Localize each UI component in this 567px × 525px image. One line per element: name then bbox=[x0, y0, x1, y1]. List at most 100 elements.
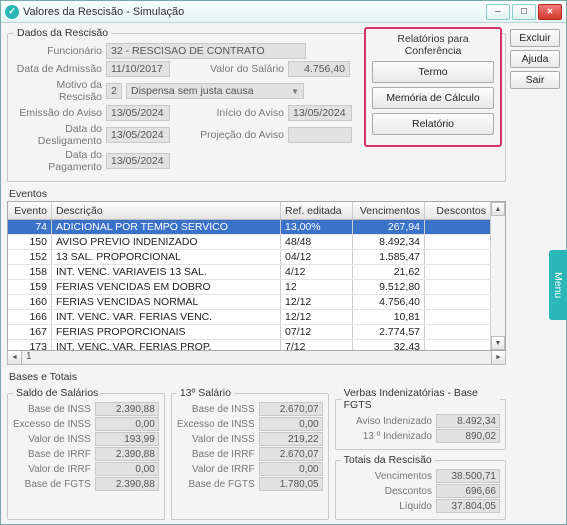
menu-tab[interactable]: Menu bbox=[549, 250, 567, 320]
value-label: Valor de IRRF bbox=[177, 464, 255, 475]
field-valor-salario[interactable]: 4.756,40 bbox=[288, 61, 350, 77]
cell-ref: 4/12 bbox=[281, 265, 353, 279]
cell-descricao: FERIAS VENCIDAS NORMAL bbox=[52, 295, 281, 309]
value-label: Valor de IRRF bbox=[13, 464, 91, 475]
value-row: Base de INSS2.670,07 bbox=[177, 402, 323, 416]
maximize-button[interactable]: ☐ bbox=[512, 4, 536, 20]
value-label: Base de FGTS bbox=[177, 479, 255, 490]
cell-evento: 173 bbox=[8, 340, 52, 350]
value-row: Descontos696,66 bbox=[341, 484, 500, 498]
chevron-down-icon: ▼ bbox=[291, 87, 299, 96]
field-data-pagamento[interactable]: 13/05/2024 bbox=[106, 153, 170, 169]
field-data-admissao[interactable]: 11/10/2017 bbox=[106, 61, 170, 77]
table-row[interactable]: 167FERIAS PROPORCIONAIS07/122.774,57 bbox=[8, 325, 491, 340]
col-evento[interactable]: Evento bbox=[8, 202, 52, 219]
label-data-admissao: Data de Admissão bbox=[14, 63, 102, 75]
label-funcionario: Funcionário bbox=[14, 45, 102, 57]
totais-legend: Totais da Rescisão bbox=[341, 454, 435, 466]
table-row[interactable]: 15213 SAL. PROPORCIONAL04/121.585,47 bbox=[8, 250, 491, 265]
cell-descricao: INT. VENC. VAR. FERIAS PROP. bbox=[52, 340, 281, 350]
minimize-button[interactable]: ─ bbox=[486, 4, 510, 20]
close-button[interactable]: ✕ bbox=[538, 4, 562, 20]
cell-descricao: FERIAS PROPORCIONAIS bbox=[52, 325, 281, 339]
value-row: Base de IRRF2.670,07 bbox=[177, 447, 323, 461]
cell-venc: 267,94 bbox=[353, 220, 425, 234]
cell-venc: 32,43 bbox=[353, 340, 425, 350]
memoria-calculo-button[interactable]: Memória de Cálculo bbox=[372, 87, 494, 109]
scroll-down-icon[interactable]: ▼ bbox=[491, 336, 505, 350]
field-motivo-desc[interactable]: Dispensa sem justa causa ▼ bbox=[126, 83, 304, 99]
scroll-right-icon[interactable]: ► bbox=[491, 351, 505, 364]
label-inicio-aviso: Início do Aviso bbox=[194, 107, 284, 119]
grid-body[interactable]: 74ADICIONAL POR TEMPO SERVICO13,00%267,9… bbox=[8, 220, 491, 350]
table-row[interactable]: 159FERIAS VENCIDAS EM DOBRO129.512,80 bbox=[8, 280, 491, 295]
label-emissao-aviso: Emissão do Aviso bbox=[14, 107, 102, 119]
field-emissao-aviso[interactable]: 13/05/2024 bbox=[106, 105, 170, 121]
value-field: 8.492,34 bbox=[436, 414, 500, 428]
col-ref[interactable]: Ref. editada bbox=[281, 202, 353, 219]
table-row[interactable]: 74ADICIONAL POR TEMPO SERVICO13,00%267,9… bbox=[8, 220, 491, 235]
eventos-title: Eventos bbox=[9, 188, 506, 200]
value-field: 2.390,88 bbox=[95, 402, 159, 416]
field-funcionario[interactable]: 32 - RESCISAO DE CONTRATO bbox=[106, 43, 306, 59]
label-projecao-aviso: Projeção do Aviso bbox=[194, 129, 284, 141]
cell-ref: 12/12 bbox=[281, 295, 353, 309]
table-row[interactable]: 166INT. VENC. VAR. FERIAS VENC.12/1210,8… bbox=[8, 310, 491, 325]
verbas-indenizatorias-group: Verbas Indenizatórias - Base FGTS Aviso … bbox=[335, 387, 506, 450]
app-icon: ✓ bbox=[5, 5, 19, 19]
cell-desc bbox=[425, 220, 491, 234]
titlebar[interactable]: ✓ Valores da Rescisão - Simulação ─ ☐ ✕ bbox=[1, 1, 566, 23]
cell-evento: 152 bbox=[8, 250, 52, 264]
window-frame: ✓ Valores da Rescisão - Simulação ─ ☐ ✕ … bbox=[0, 0, 567, 525]
label-motivo: Motivo da Rescisão bbox=[14, 79, 102, 103]
field-inicio-aviso[interactable]: 13/05/2024 bbox=[288, 105, 352, 121]
termo-button[interactable]: Termo bbox=[372, 61, 494, 83]
motivo-desc-text: Dispensa sem justa causa bbox=[131, 85, 254, 97]
reports-panel: Relatórios para Conferência Termo Memóri… bbox=[364, 27, 502, 147]
cell-desc bbox=[425, 235, 491, 249]
table-row[interactable]: 160FERIAS VENCIDAS NORMAL12/124.756,40 bbox=[8, 295, 491, 310]
value-label: Valor de INSS bbox=[13, 434, 91, 445]
value-label: Descontos bbox=[341, 486, 432, 497]
field-data-desligamento[interactable]: 13/05/2024 bbox=[106, 127, 170, 143]
value-row: Base de FGTS2.390,88 bbox=[13, 477, 159, 491]
ajuda-button[interactable]: Ajuda bbox=[510, 50, 560, 68]
cell-venc: 2.774,57 bbox=[353, 325, 425, 339]
field-motivo-cod[interactable]: 2 bbox=[106, 83, 122, 99]
sair-button[interactable]: Sair bbox=[510, 71, 560, 89]
relatorio-button[interactable]: Relatório bbox=[372, 113, 494, 135]
vertical-scrollbar[interactable]: ▲ ▼ bbox=[491, 202, 505, 350]
horizontal-scrollbar[interactable]: ◄ 1 ► bbox=[7, 351, 506, 365]
excluir-button[interactable]: Excluir bbox=[510, 29, 560, 47]
col-descontos[interactable]: Descontos bbox=[425, 202, 491, 219]
col-vencimentos[interactable]: Vencimentos bbox=[353, 202, 425, 219]
scroll-track[interactable] bbox=[491, 216, 505, 336]
table-row[interactable]: 150AVISO PREVIO INDENIZADO48/488.492,34 bbox=[8, 235, 491, 250]
table-row[interactable]: 158INT. VENC. VARIAVEIS 13 SAL.4/1221,62 bbox=[8, 265, 491, 280]
col-descricao[interactable]: Descrição bbox=[52, 202, 281, 219]
scroll-left-icon[interactable]: ◄ bbox=[8, 351, 22, 364]
cell-descricao: 13 SAL. PROPORCIONAL bbox=[52, 250, 281, 264]
cell-evento: 166 bbox=[8, 310, 52, 324]
cell-evento: 150 bbox=[8, 235, 52, 249]
cell-evento: 74 bbox=[8, 220, 52, 234]
scroll-up-icon[interactable]: ▲ bbox=[491, 202, 505, 216]
eventos-grid[interactable]: Evento Descrição Ref. editada Vencimento… bbox=[7, 201, 506, 351]
value-field: 890,02 bbox=[436, 429, 500, 443]
cell-desc bbox=[425, 325, 491, 339]
field-projecao-aviso[interactable] bbox=[288, 127, 352, 143]
value-row: Líquido37.804,05 bbox=[341, 499, 500, 513]
value-field: 2.390,88 bbox=[95, 477, 159, 491]
value-label: 13 º Indenizado bbox=[341, 431, 432, 442]
table-row[interactable]: 173INT. VENC. VAR. FERIAS PROP.7/1232,43 bbox=[8, 340, 491, 350]
cell-venc: 9.512,80 bbox=[353, 280, 425, 294]
decimo-salario-group: 13º Salário Base de INSS2.670,07Excesso … bbox=[171, 387, 329, 520]
value-label: Aviso Indenizado bbox=[341, 416, 432, 427]
totais-rescisao-group: Totais da Rescisão Vencimentos38.500,71D… bbox=[335, 454, 506, 520]
value-field: 0,00 bbox=[259, 417, 323, 431]
cell-evento: 160 bbox=[8, 295, 52, 309]
label-data-desligamento: Data do Desligamento bbox=[14, 123, 102, 147]
value-row: Excesso de INSS0,00 bbox=[177, 417, 323, 431]
cell-venc: 10,81 bbox=[353, 310, 425, 324]
value-field: 0,00 bbox=[95, 462, 159, 476]
